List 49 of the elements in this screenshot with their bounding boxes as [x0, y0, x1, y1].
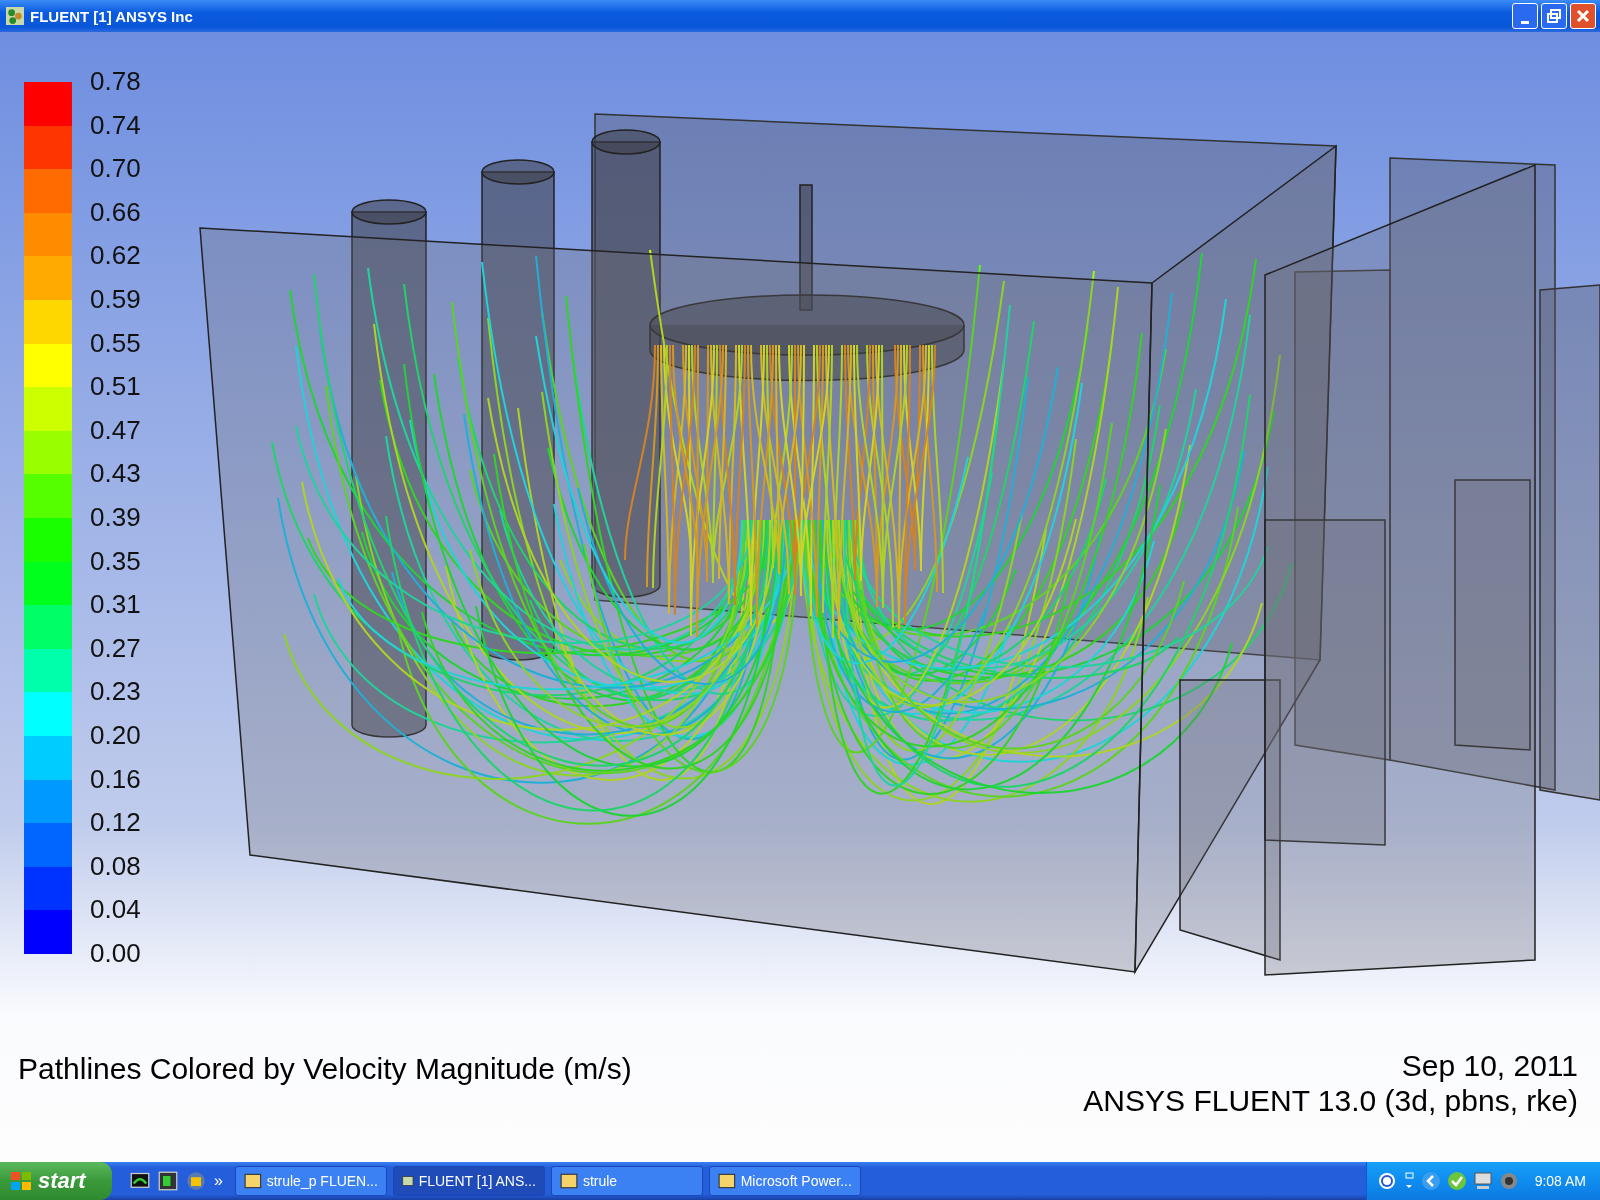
close-button[interactable] [1570, 3, 1596, 29]
app-icon[interactable] [158, 1171, 178, 1191]
monitor-icon[interactable] [130, 1171, 150, 1191]
legend-label: 0.43 [90, 457, 141, 491]
restore-button[interactable] [1541, 3, 1567, 29]
legend-label: 0.16 [90, 762, 141, 796]
legend-label: 0.62 [90, 239, 141, 273]
plot-date: Sep 10, 2011 [1401, 1048, 1578, 1083]
taskbar-button[interactable]: Microsoft Power... [708, 1166, 861, 1196]
legend-label: 0.00 [90, 936, 141, 970]
windows-logo-icon [10, 1170, 32, 1192]
legend-label: 0.74 [90, 108, 141, 142]
app-icon [6, 7, 24, 25]
window-icon [243, 1172, 262, 1190]
taskbar-button[interactable]: strule_p FLUEN... [234, 1166, 387, 1196]
legend-label: 0.04 [90, 893, 141, 927]
legend-label: 0.20 [90, 718, 141, 752]
legend-label: 0.27 [90, 631, 141, 665]
close-icon [1576, 9, 1590, 23]
window-icon [559, 1172, 578, 1190]
legend-label: 0.78 [90, 65, 141, 98]
restore-icon [1547, 9, 1561, 23]
legend-label: 0.39 [90, 500, 141, 534]
start-button[interactable]: start [0, 1162, 112, 1200]
check-shield-icon[interactable] [1446, 1171, 1467, 1191]
taskbar-button[interactable]: FLUENT [1] ANS... [392, 1166, 545, 1196]
legend-label: 0.55 [90, 326, 141, 360]
legend-label: 0.70 [90, 152, 141, 186]
clock: 9:08 AM [1534, 1173, 1586, 1189]
legend-label: 0.59 [90, 282, 141, 316]
folder-icon[interactable] [186, 1171, 206, 1191]
restore-icon[interactable] [1402, 1172, 1415, 1190]
minimize-icon [1521, 20, 1529, 24]
legend-label: 0.47 [90, 413, 141, 447]
chevron[interactable]: » [214, 1172, 223, 1190]
legend-label: 0.35 [90, 544, 141, 578]
plot-title: Pathlines Colored by Velocity Magnitude (m/s) [18, 1052, 632, 1086]
legend-label: 0.66 [90, 195, 141, 229]
window-title: FLUENT [1] ANSYS Inc [30, 7, 193, 25]
legend-label: 0.23 [90, 675, 141, 709]
legend-label: 0.51 [90, 370, 141, 404]
window-icon [717, 1172, 736, 1190]
legend-label: 0.08 [90, 849, 141, 883]
minimize-button[interactable] [1512, 3, 1538, 29]
solver-version: ANSYS FLUENT 13.0 (3d, pbns, rke) [1083, 1083, 1578, 1118]
taskbar-button[interactable]: strule [550, 1166, 703, 1196]
legend-label: 0.31 [90, 588, 141, 622]
computer-icon[interactable] [1472, 1171, 1493, 1191]
legend-label: 0.12 [90, 806, 141, 840]
